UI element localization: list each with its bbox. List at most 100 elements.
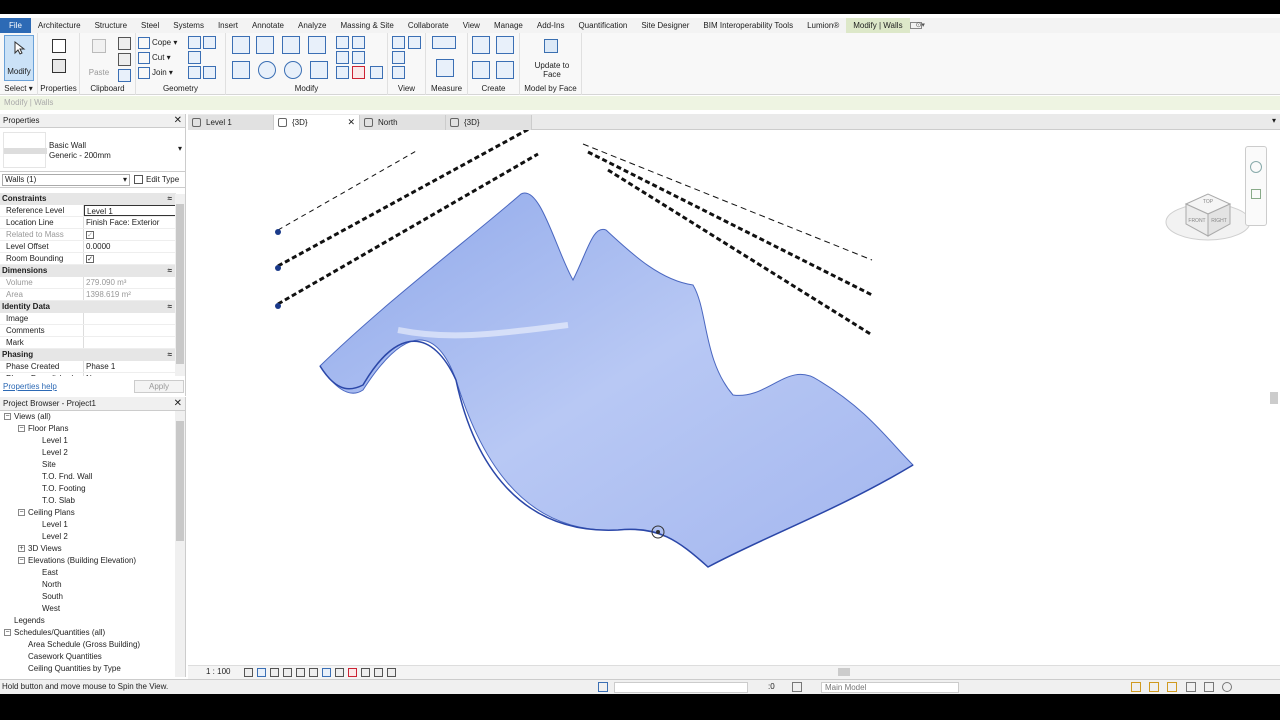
active-workset-select[interactable] <box>614 682 748 693</box>
ribbon-tab-steel[interactable]: Steel <box>134 18 166 33</box>
delete-icon[interactable] <box>352 66 365 79</box>
browser-node[interactable]: T.O. Footing <box>0 483 176 495</box>
ribbon-tab-structure[interactable]: Structure <box>88 18 134 33</box>
pin-icon[interactable] <box>336 66 349 79</box>
browser-node[interactable]: − Ceiling Plans <box>0 507 176 519</box>
ribbon-tab-lumion[interactable]: Lumion® <box>800 18 846 33</box>
browser-node[interactable]: − Views (all) <box>0 411 176 423</box>
ribbon-tab-collaborate[interactable]: Collaborate <box>401 18 456 33</box>
property-value[interactable] <box>84 313 176 324</box>
browser-node[interactable]: − Floor Plans <box>0 423 176 435</box>
align-icon[interactable] <box>232 36 250 54</box>
browser-node[interactable]: − Elevations (Building Elevation) <box>0 555 176 567</box>
demolish-icon[interactable] <box>188 51 201 64</box>
crop-view-icon[interactable] <box>296 668 305 677</box>
view-tab[interactable]: {3D} <box>446 115 532 130</box>
show-crop-icon[interactable] <box>309 668 318 677</box>
drag-elements-icon[interactable] <box>1203 682 1214 692</box>
ribbon-tab-analyze[interactable]: Analyze <box>291 18 333 33</box>
remove-paint-icon[interactable] <box>203 66 216 79</box>
browser-node[interactable]: Area Schedule (Gross Building) <box>0 639 176 651</box>
update-to-face-button[interactable]: Update to Face <box>534 35 570 81</box>
split-icon[interactable] <box>336 36 349 49</box>
property-value[interactable]: Finish Face: Exterior <box>84 217 176 228</box>
select-by-face-icon[interactable] <box>1185 682 1196 692</box>
ribbon-tab-systems[interactable]: Systems <box>166 18 211 33</box>
ribbon-tab-architecture[interactable]: Architecture <box>31 18 88 33</box>
ribbon-toggle-icon[interactable]: ⊙▾ <box>909 22 925 29</box>
cut-geometry-button[interactable]: Cut ▾ <box>138 51 171 64</box>
property-group-header[interactable]: Identity Data ≈ <box>0 301 176 313</box>
browser-node[interactable]: Site <box>0 459 176 471</box>
expand-toggle-icon[interactable]: − <box>4 413 11 421</box>
view-tab[interactable]: {3D} ✕ <box>274 115 360 130</box>
ribbon-tab-add-ins[interactable]: Add-Ins <box>530 18 572 33</box>
ribbon-tab-site-designer[interactable]: Site Designer <box>634 18 696 33</box>
browser-node[interactable]: North <box>0 579 176 591</box>
close-icon[interactable]: ✕ <box>174 397 182 411</box>
shadows-icon[interactable] <box>283 668 292 677</box>
property-checkbox[interactable]: ✓ <box>84 253 176 264</box>
unpin-icon[interactable] <box>370 66 383 79</box>
analysis-display-icon[interactable] <box>361 668 370 677</box>
temporary-hide-icon[interactable] <box>335 668 344 677</box>
property-group-header[interactable]: Phasing ≈ <box>0 349 176 361</box>
browser-node[interactable]: West <box>0 603 176 615</box>
array-icon[interactable] <box>336 51 349 64</box>
filter-icon[interactable] <box>1222 682 1232 692</box>
browser-node[interactable]: − Schedules/Quantities (all) <box>0 627 176 639</box>
expand-toggle-icon[interactable]: − <box>18 509 25 517</box>
dimension-icon[interactable] <box>436 59 454 77</box>
properties-scrollbar[interactable] <box>175 194 185 376</box>
scrollbar-thumb[interactable] <box>176 421 184 541</box>
paint-icon[interactable] <box>188 66 201 79</box>
browser-node[interactable]: T.O. Fnd. Wall <box>0 471 176 483</box>
design-option-select[interactable]: Main Model <box>821 682 959 693</box>
worksets-icon[interactable] <box>598 682 608 692</box>
close-icon[interactable]: ✕ <box>347 115 355 130</box>
canvas-horizontal-scrollbar[interactable] <box>428 666 1268 678</box>
property-value[interactable]: Phase 1 <box>84 361 176 372</box>
viewcube[interactable]: TOP FRONT RIGHT <box>1165 193 1251 241</box>
select-links-icon[interactable] <box>1130 682 1141 692</box>
property-value[interactable] <box>84 325 176 336</box>
chevron-down-icon[interactable]: ▾ <box>1272 116 1276 125</box>
mirror-axis-icon[interactable] <box>282 36 300 54</box>
measure-icon[interactable] <box>432 36 456 49</box>
offset-icon[interactable] <box>256 36 274 54</box>
collapse-icon[interactable]: ≈ <box>168 301 172 313</box>
view-scale[interactable]: 1 : 100 <box>206 667 230 676</box>
ribbon-tab-annotate[interactable]: Annotate <box>245 18 291 33</box>
3d-view-canvas[interactable]: TOP FRONT RIGHT <box>188 130 1270 665</box>
zoom-icon[interactable] <box>1251 189 1261 199</box>
view-tab[interactable]: North <box>360 115 446 130</box>
ribbon-tab-insert[interactable]: Insert <box>211 18 245 33</box>
scrollbar-thumb[interactable] <box>176 204 184 364</box>
view-tab[interactable]: Level 1 <box>188 115 274 130</box>
browser-node[interactable]: +3D Views <box>0 543 176 555</box>
scrollbar-thumb[interactable] <box>838 668 850 676</box>
browser-node[interactable]: T.O. Slab <box>0 495 176 507</box>
steering-wheel-icon[interactable] <box>1250 161 1262 173</box>
canvas-vertical-scrollbar[interactable] <box>1268 130 1280 665</box>
ribbon-tab-view[interactable]: View <box>456 18 487 33</box>
ribbon-tab-file[interactable]: File <box>0 18 31 33</box>
edit-type-button[interactable]: Edit Type <box>134 174 179 186</box>
ribbon-tab-manage[interactable]: Manage <box>487 18 530 33</box>
collapse-icon[interactable]: ≈ <box>168 349 172 361</box>
browser-node[interactable]: Ceiling Quantities by Type <box>0 663 176 673</box>
mirror-draw-icon[interactable] <box>308 36 326 54</box>
create-group-icon[interactable] <box>472 61 490 79</box>
sun-path-icon[interactable] <box>270 668 279 677</box>
select-underlay-icon[interactable] <box>1149 682 1160 692</box>
browser-scrollbar[interactable] <box>175 411 185 677</box>
copy-icon[interactable] <box>258 61 276 79</box>
select-pinned-icon[interactable] <box>1167 682 1178 692</box>
browser-node[interactable]: East <box>0 567 176 579</box>
scrollbar-thumb[interactable] <box>1270 392 1278 404</box>
override-graphics-icon[interactable] <box>408 36 421 49</box>
collapse-icon[interactable]: ≈ <box>168 193 172 205</box>
ribbon-tab-bim-interoperability-tools[interactable]: BIM Interoperability Tools <box>696 18 800 33</box>
copy-clipboard-icon[interactable] <box>118 53 131 66</box>
browser-node[interactable]: Level 1 <box>0 435 176 447</box>
